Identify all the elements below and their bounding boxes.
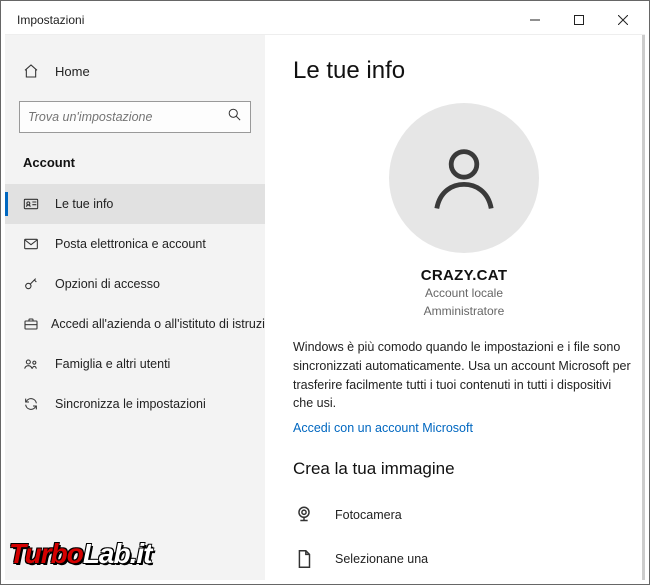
sidebar-item-sync[interactable]: Sincronizza le impostazioni: [5, 384, 265, 424]
sidebar-item-label: Famiglia e altri utenti: [55, 357, 170, 371]
sidebar-item-email-accounts[interactable]: Posta elettronica e account: [5, 224, 265, 264]
sidebar-item-label: Opzioni di accesso: [55, 277, 160, 291]
window-title: Impostazioni: [5, 13, 513, 27]
sidebar-item-label: Sincronizza le impostazioni: [55, 397, 206, 411]
sidebar-item-label: Le tue info: [55, 197, 113, 211]
file-icon: [293, 548, 323, 570]
people-icon: [23, 356, 43, 372]
mail-icon: [23, 236, 43, 252]
id-card-icon: [23, 196, 43, 212]
close-button[interactable]: [601, 5, 645, 35]
account-summary: CRAZY.CAT Account locale Amministratore: [293, 103, 635, 320]
home-nav[interactable]: Home: [5, 53, 265, 89]
option-label: Selezionane una: [335, 552, 428, 566]
key-icon: [23, 276, 43, 292]
sidebar-item-signin-options[interactable]: Opzioni di accesso: [5, 264, 265, 304]
option-camera[interactable]: Fotocamera: [293, 493, 635, 537]
avatar: [389, 103, 539, 253]
titlebar: Impostazioni: [5, 5, 645, 35]
create-image-heading: Crea la tua immagine: [293, 459, 635, 479]
maximize-button[interactable]: [557, 5, 601, 35]
minimize-button[interactable]: [513, 5, 557, 35]
account-type: Account locale: [425, 284, 503, 302]
home-icon: [23, 63, 43, 79]
option-label: Fotocamera: [335, 508, 402, 522]
page-title: Le tue info: [293, 57, 635, 85]
search-box[interactable]: [19, 101, 251, 133]
sidebar-item-your-info[interactable]: Le tue info: [5, 184, 265, 224]
sidebar-item-label: Accedi all'azienda o all'istituto di ist…: [51, 317, 265, 331]
sidebar-item-label: Posta elettronica e account: [55, 237, 206, 251]
search-icon: [227, 107, 242, 127]
username: CRAZY.CAT: [421, 267, 508, 284]
sidebar-category: Account: [5, 151, 265, 184]
sidebar-item-work-school[interactable]: Accedi all'azienda o all'istituto di ist…: [5, 304, 265, 344]
home-label: Home: [55, 64, 90, 79]
scrollbar[interactable]: [642, 35, 645, 580]
sync-icon: [23, 396, 43, 412]
sidebar-item-family[interactable]: Famiglia e altri utenti: [5, 344, 265, 384]
briefcase-icon: [23, 316, 39, 332]
option-browse[interactable]: Selezionane una: [293, 537, 635, 580]
camera-icon: [293, 504, 323, 526]
search-input[interactable]: [28, 110, 227, 124]
main-panel: Le tue info CRAZY.CAT Account locale Amm…: [265, 35, 645, 580]
account-role: Amministratore: [424, 302, 505, 320]
ms-account-link[interactable]: Accedi con un account Microsoft: [293, 421, 473, 435]
sidebar: Home Account Le tue info: [5, 35, 265, 580]
account-description: Windows è più comodo quando le impostazi…: [293, 338, 633, 413]
